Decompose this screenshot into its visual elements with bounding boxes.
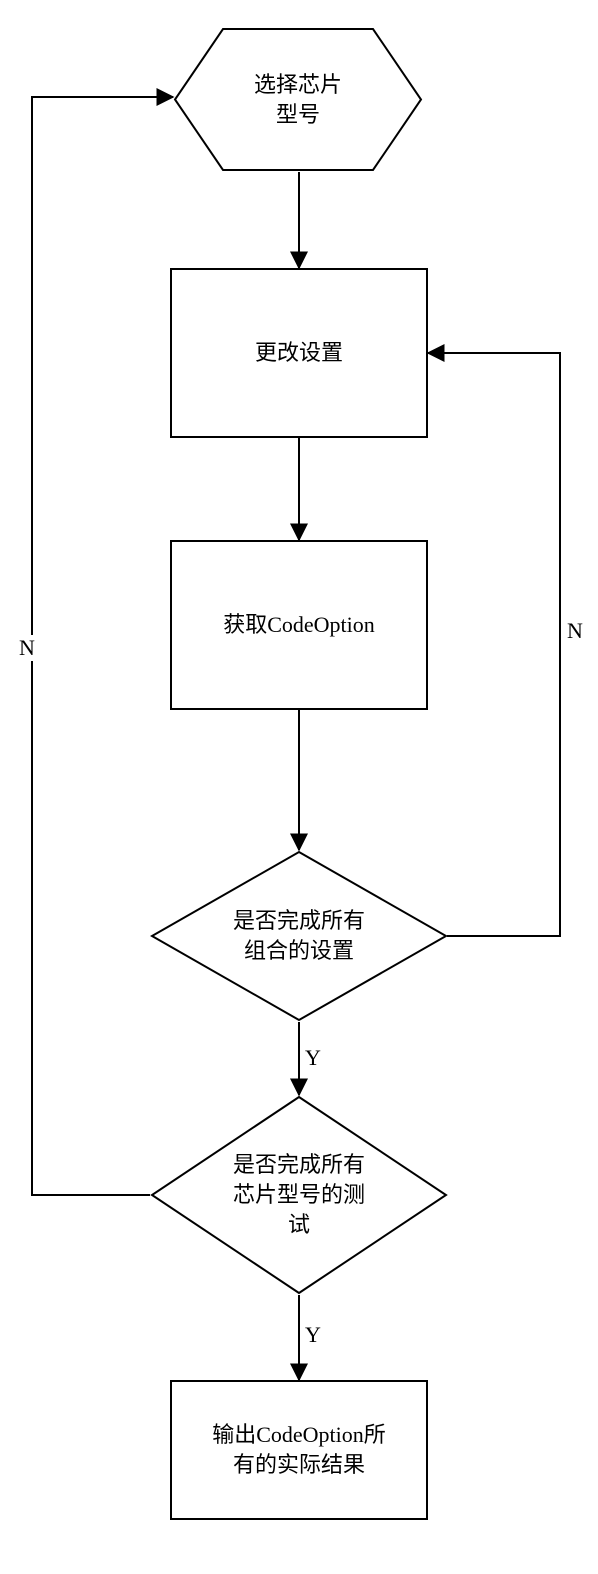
edge-label-combos-yes: Y (305, 1045, 321, 1071)
decision-all-chips-node: 是否完成所有芯片型号的测试 (150, 1095, 448, 1295)
get-codeoption-node: 获取CodeOption (170, 540, 428, 710)
flow-connectors (0, 0, 598, 1574)
edge-label-chips-yes: Y (305, 1322, 321, 1348)
output-node: 输出CodeOption所有的实际结果 (170, 1380, 428, 1520)
edge-label-chips-no: N (19, 635, 35, 661)
get-codeoption-label: 获取CodeOption (223, 610, 375, 640)
start-node: 选择芯片型号 (173, 27, 423, 172)
output-label: 输出CodeOption所有的实际结果 (212, 1420, 386, 1479)
decision-all-combos-node: 是否完成所有组合的设置 (150, 850, 448, 1022)
edge-label-combos-no: N (567, 618, 583, 644)
change-settings-node: 更改设置 (170, 268, 428, 438)
change-settings-label: 更改设置 (255, 338, 343, 368)
